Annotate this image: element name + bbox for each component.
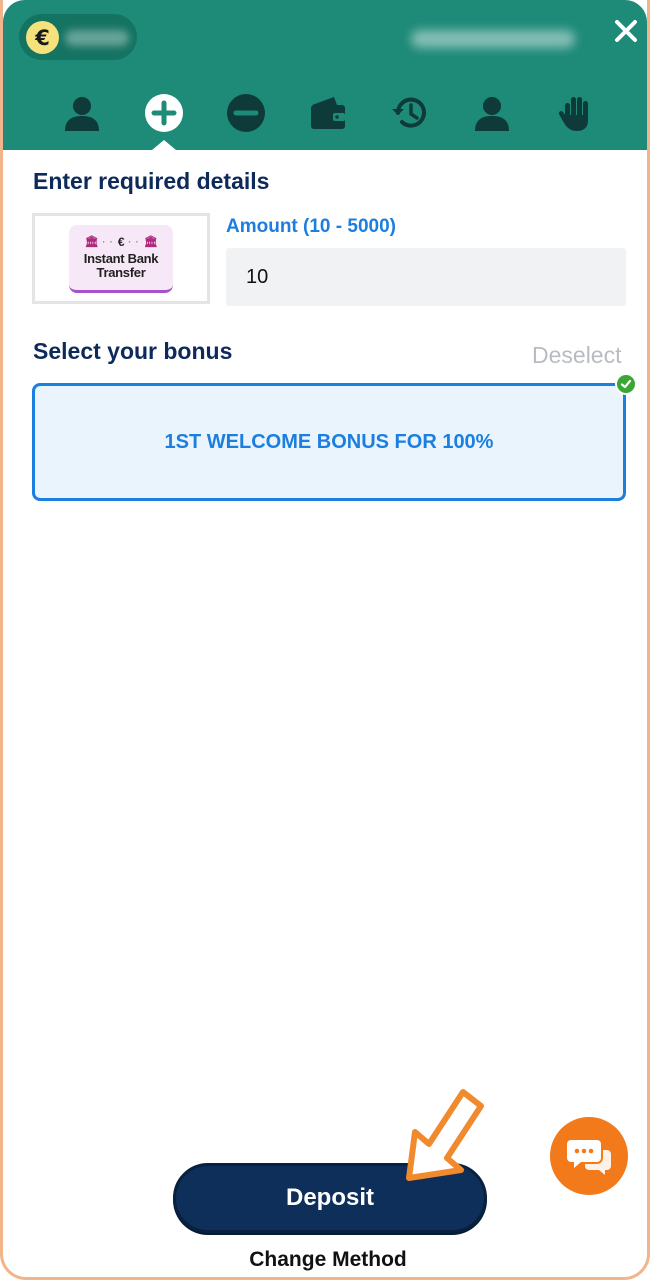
pointer-arrow-icon	[406, 1089, 484, 1181]
payment-method-card[interactable]: 🏛 · · € · · 🏛 Instant Bank Transfer	[32, 213, 210, 304]
bonus-option-label: 1ST WELCOME BONUS FOR 100%	[164, 430, 494, 453]
tab-responsible-gaming[interactable]	[551, 86, 601, 140]
bonus-option-selected[interactable]: 1ST WELCOME BONUS FOR 100%	[32, 383, 626, 501]
live-chat-button[interactable]	[550, 1117, 628, 1195]
minus-circle-icon	[227, 94, 265, 132]
amount-input[interactable]	[226, 248, 626, 306]
tab-withdraw[interactable]	[221, 86, 271, 140]
close-button[interactable]	[607, 12, 645, 50]
check-icon	[615, 373, 637, 395]
bank-icon: 🏛	[84, 235, 99, 248]
modal-header: €	[3, 0, 647, 150]
details-title: Enter required details	[33, 168, 270, 194]
euro-icon: €	[117, 234, 125, 249]
instant-bank-transfer-logo: 🏛 · · € · · 🏛 Instant Bank Transfer	[69, 224, 173, 293]
nav-tabs	[3, 86, 647, 146]
plus-circle-icon	[145, 94, 183, 132]
chat-icon	[567, 1140, 611, 1175]
user-icon	[475, 97, 509, 131]
change-method-link[interactable]: Change Method	[3, 1248, 647, 1272]
deposit-modal: € Enter required details 🏛 · · € · · 🏛 I…	[0, 0, 650, 1280]
tab-profile[interactable]	[57, 86, 107, 140]
logo-text-line1: Instant Bank	[83, 250, 159, 266]
user-icon	[65, 97, 99, 131]
euro-coin-icon: €	[26, 21, 59, 54]
wallet-icon	[311, 97, 345, 129]
hand-icon	[558, 97, 588, 131]
username-redacted	[411, 30, 575, 48]
tab-history[interactable]	[385, 86, 435, 140]
logo-text-line2: Transfer	[96, 264, 146, 280]
tab-wallet[interactable]	[303, 86, 353, 140]
close-icon	[615, 20, 637, 42]
deselect-link[interactable]: Deselect	[532, 342, 621, 369]
balance-amount-redacted	[65, 30, 129, 46]
balance-pill[interactable]: €	[19, 14, 137, 60]
active-tab-indicator	[152, 140, 176, 150]
tab-deposit[interactable]	[139, 86, 189, 140]
tab-account[interactable]	[467, 86, 517, 140]
bank-icon: 🏛	[143, 235, 158, 248]
history-icon	[392, 97, 426, 128]
amount-label: Amount (10 - 5000)	[226, 216, 396, 237]
bonus-title: Select your bonus	[33, 338, 233, 364]
